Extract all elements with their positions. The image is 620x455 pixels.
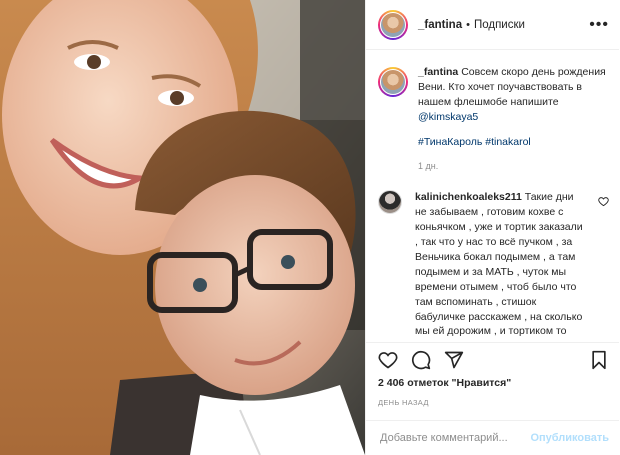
- post-photo[interactable]: [0, 0, 365, 455]
- comment-body: kalinichenkoaleks211 Такие дни не забыва…: [415, 190, 585, 342]
- hashtag-link[interactable]: #tinakarol: [485, 136, 531, 148]
- author-username[interactable]: _fantina: [418, 19, 462, 31]
- comment-input[interactable]: [378, 431, 531, 445]
- caption-hashtags: #ТинаКароль #tinakarol: [418, 135, 608, 150]
- following-button[interactable]: Подписки: [474, 19, 525, 31]
- comment-username[interactable]: kalinichenkoaleks211: [415, 191, 522, 203]
- commenter-avatar[interactable]: [378, 190, 402, 215]
- caption-username[interactable]: _fantina: [418, 66, 458, 78]
- comment-item: kalinichenkoaleks211 Такие дни не забыва…: [378, 190, 609, 342]
- more-horizontal-icon[interactable]: •••: [589, 16, 609, 34]
- likes-count[interactable]: 2 406 отметок "Нравится": [378, 377, 511, 389]
- caption-author-avatar[interactable]: [378, 67, 408, 97]
- caption-time[interactable]: 1 дн.: [418, 160, 608, 173]
- post-header: _fantina • Подписки •••: [366, 0, 619, 50]
- author-avatar[interactable]: [378, 9, 408, 40]
- caption: _fantina Совсем скоро день рождения Вени…: [378, 65, 609, 172]
- publish-button[interactable]: Опубликовать: [530, 432, 609, 444]
- bookmark-icon[interactable]: [589, 350, 609, 370]
- hashtag-link[interactable]: #ТинаКароль: [418, 136, 482, 148]
- instagram-post: _fantina • Подписки ••• _fantina Совсем …: [0, 0, 620, 455]
- paper-plane-icon[interactable]: [444, 350, 464, 370]
- comment-text: Такие дни не забываем , готовим кохве с …: [415, 191, 583, 342]
- caption-body: _fantina Совсем скоро день рождения Вени…: [418, 65, 608, 172]
- post-date[interactable]: ДЕНЬ НАЗАД: [378, 398, 429, 407]
- comment-bubble-icon[interactable]: [411, 350, 431, 370]
- action-bar: [366, 342, 619, 376]
- comment-like-heart-icon[interactable]: [598, 194, 609, 212]
- separator-dot: •: [466, 18, 470, 31]
- post-photo-illustration: [0, 0, 365, 455]
- comments-list[interactable]: _fantina Совсем скоро день рождения Вени…: [366, 51, 619, 342]
- caption-mention-link[interactable]: @kimskaya5: [418, 111, 478, 123]
- post-side-panel: _fantina • Подписки ••• _fantina Совсем …: [365, 0, 619, 455]
- add-comment-bar: Опубликовать: [366, 420, 619, 455]
- heart-icon[interactable]: [378, 350, 398, 370]
